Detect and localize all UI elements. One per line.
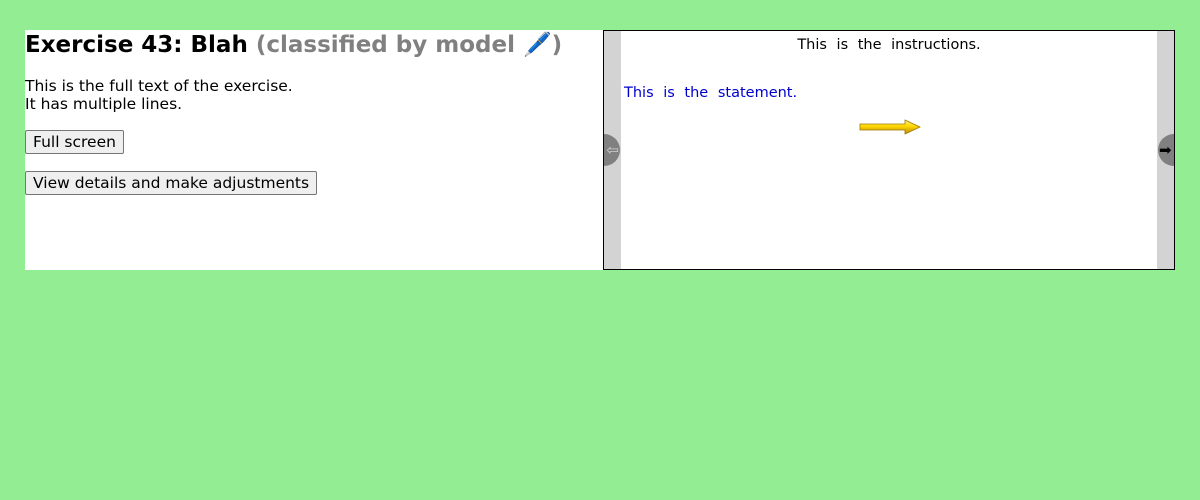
- preview-statement: This is the statement.: [624, 85, 798, 101]
- preview-instructions: This is the instructions.: [797, 37, 981, 53]
- exercise-title: Exercise 43: Blah (classified by model 🖊…: [25, 30, 562, 60]
- exercise-title-text: Exercise 43: Blah: [25, 32, 248, 58]
- next-page-button[interactable]: ➡: [1158, 134, 1174, 166]
- full-screen-button[interactable]: Full screen: [25, 130, 124, 154]
- preview-right-rail: ➡: [1157, 31, 1174, 269]
- exercise-details-pane: Exercise 43: Blah (classified by model 🖊…: [25, 30, 603, 270]
- previous-page-button[interactable]: ⇦: [604, 134, 620, 166]
- exercise-card: Exercise 43: Blah (classified by model 🖊…: [25, 30, 1175, 270]
- exercise-full-text: This is the full text of the exercise. I…: [25, 77, 293, 113]
- exercise-text-line: It has multiple lines.: [25, 95, 183, 113]
- view-details-button[interactable]: View details and make adjustments: [25, 171, 318, 195]
- exercise-preview: ⇦ ➡ This is the instructions. This is th…: [603, 30, 1175, 270]
- exercise-text-line: This is the full text of the exercise.: [25, 77, 293, 95]
- arrow-right-icon: ➡: [1159, 141, 1172, 159]
- preview-left-rail: ⇦: [604, 31, 621, 269]
- classification-label: (classified by model 🖊️): [255, 32, 563, 58]
- arrow-left-icon: ⇦: [606, 141, 619, 159]
- yellow-arrow-icon: [859, 119, 921, 135]
